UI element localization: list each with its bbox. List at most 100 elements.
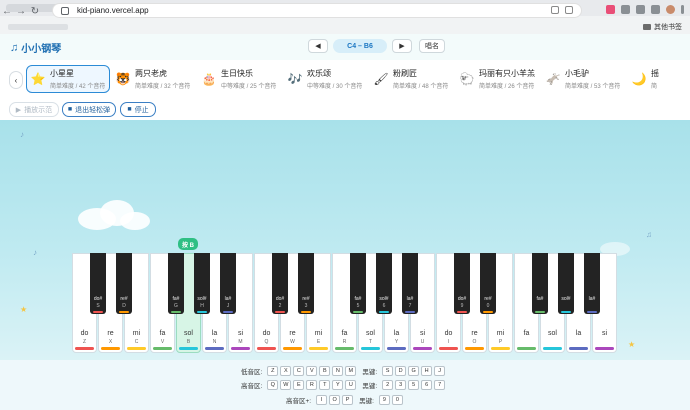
- rollcall-button[interactable]: 唱名: [419, 39, 445, 53]
- song-name: 两只老虎: [135, 69, 167, 78]
- keycap: O: [329, 395, 341, 405]
- install-app-icon[interactable]: [551, 6, 559, 14]
- extension-icon[interactable]: [606, 5, 615, 14]
- key-note-label: re#: [120, 296, 128, 302]
- song-text: 小毛驴 简单难度 / 53 个音符: [565, 68, 620, 90]
- key-color-bar: [569, 347, 588, 350]
- browser-menu-icon[interactable]: [681, 5, 684, 14]
- key-color-bar: [301, 311, 311, 313]
- music-notes-icon: 🎶: [287, 72, 303, 86]
- black-key[interactable]: do# S: [90, 253, 106, 314]
- music-note-decoration-icon: ♪: [33, 248, 37, 257]
- extension-icon[interactable]: [636, 5, 645, 14]
- exit-easy-mode-label: 退出轻松弹: [75, 106, 111, 114]
- keycap: Y: [332, 380, 344, 390]
- key-shortcut-label: X: [108, 339, 113, 345]
- key-shortcut-label: S: [96, 303, 100, 309]
- song-card[interactable]: 🫏 小毛驴 简单难度 / 53 个音符: [542, 65, 626, 93]
- stop-button[interactable]: ■ 停止: [120, 102, 156, 117]
- song-card[interactable]: ⭐ 小星星 简单难度 / 42 个音符: [26, 65, 110, 93]
- black-key[interactable]: re# D: [116, 253, 132, 314]
- key-map-legend: 低音区: ZXCVBNM 黑键: SDGHJ 高音区: QWERTYU 黑键: …: [0, 360, 690, 410]
- song-meta: 简单难度 / 32 个音符: [135, 84, 191, 90]
- black-key[interactable]: sol# 6: [376, 253, 392, 314]
- black-key[interactable]: re# 0: [480, 253, 496, 314]
- song-card[interactable]: 🖌 粉刷匠 简单难度 / 48 个音符: [370, 65, 454, 93]
- song-text: 摇简: [651, 68, 659, 90]
- exit-easy-mode-button[interactable]: ■ 退出轻松弹: [62, 102, 116, 117]
- black-key[interactable]: sol# H: [194, 253, 210, 314]
- extension-icon[interactable]: [621, 5, 630, 14]
- back-icon[interactable]: ←: [0, 6, 14, 17]
- key-shortcut-label: 7: [408, 303, 412, 309]
- octave-next-button[interactable]: ▶: [392, 39, 412, 53]
- profile-avatar[interactable]: [666, 5, 675, 14]
- key-shortcut-label: 6: [382, 303, 386, 309]
- song-card[interactable]: 🌙 摇简: [628, 65, 690, 93]
- bookmark-item[interactable]: [8, 24, 68, 30]
- legend-high-label: 高音区:: [241, 383, 263, 390]
- black-key[interactable]: do# 2: [272, 253, 288, 314]
- address-bar[interactable]: kid-piano.vercel.app: [52, 3, 582, 18]
- other-bookmarks[interactable]: 其他书签: [643, 22, 682, 32]
- octave-prev-button[interactable]: ◀: [308, 39, 328, 53]
- key-shortcut-label: 9: [460, 303, 464, 309]
- song-card[interactable]: 🐑 玛丽有只小羊羔 简单难度 / 26 个音符: [456, 65, 540, 93]
- keycap: 7: [434, 380, 446, 390]
- bookmark-star-icon[interactable]: [565, 6, 573, 14]
- black-key[interactable]: fa# G: [168, 253, 184, 314]
- black-key[interactable]: fa# 5: [350, 253, 366, 314]
- key-color-bar: [535, 311, 545, 313]
- keycap: C: [293, 366, 305, 376]
- key-color-bar: [127, 347, 146, 350]
- black-key[interactable]: la# J: [220, 253, 236, 314]
- reload-icon[interactable]: ↻: [28, 6, 42, 17]
- keycap: B: [319, 366, 331, 376]
- key-note-label: fa#: [354, 296, 362, 302]
- legend-higher-black-keys: 90: [378, 395, 403, 405]
- legend-higher-keys: IOP: [316, 395, 354, 405]
- song-text: 玛丽有只小羊羔 简单难度 / 26 个音符: [479, 68, 535, 90]
- black-key[interactable]: do# 9: [454, 253, 470, 314]
- play-demo-button[interactable]: ▶ 播放示范: [9, 102, 59, 117]
- black-key[interactable]: sol#: [558, 253, 574, 314]
- song-text: 小星星 简单难度 / 42 个音符: [50, 68, 105, 90]
- black-key[interactable]: la#: [584, 253, 600, 314]
- song-meta: 简单难度 / 42 个音符: [50, 84, 106, 90]
- legend-low-black-keys: SDGHJ: [382, 366, 446, 376]
- song-card[interactable]: 🐯 两只老虎 简单难度 / 32 个音符: [112, 65, 196, 93]
- key-shortcut-label: D: [122, 303, 126, 309]
- key-color-bar: [561, 311, 571, 313]
- song-name: 摇: [651, 69, 659, 78]
- key-color-bar: [171, 311, 181, 313]
- donkey-icon: 🫏: [545, 72, 561, 86]
- keycap: T: [319, 380, 331, 390]
- key-note-label: fa: [159, 330, 166, 337]
- keycap: P: [342, 395, 354, 405]
- forward-icon[interactable]: →: [14, 6, 28, 17]
- playback-controls: ▶ 播放示范 ■ 退出轻松弹 ■ 停止: [0, 100, 690, 120]
- keycap: W: [280, 380, 292, 390]
- key-note-label: si: [237, 330, 244, 337]
- key-shortcut-label: U: [420, 339, 425, 345]
- songs-scroll-left-button[interactable]: ‹: [9, 71, 23, 89]
- extension-icon[interactable]: [651, 5, 660, 14]
- song-list: ⭐ 小星星 简单难度 / 42 个音符 🐯 两只老虎 简单难度 / 32 个音符 🎂 生日快乐…: [26, 65, 690, 93]
- black-key[interactable]: fa#: [532, 253, 548, 314]
- key-note-label: re: [289, 330, 296, 337]
- key-color-bar: [439, 347, 458, 350]
- star-decoration-icon: ★: [20, 305, 28, 314]
- keycap: 3: [395, 380, 407, 390]
- key-note-label: la: [211, 330, 218, 337]
- black-key[interactable]: re# 3: [298, 253, 314, 314]
- song-card[interactable]: 🎂 生日快乐 中等难度 / 25 个音符: [198, 65, 282, 93]
- song-meta: 简单难度 / 26 个音符: [479, 84, 535, 90]
- key-note-label: do#: [457, 296, 467, 302]
- black-key[interactable]: la# 7: [402, 253, 418, 314]
- key-shortcut-label: G: [174, 303, 178, 309]
- play-icon: ▶: [15, 106, 22, 114]
- site-info-icon[interactable]: [61, 6, 69, 15]
- key-color-bar: [353, 311, 363, 313]
- key-shortcut-label: H: [200, 303, 204, 309]
- song-card[interactable]: 🎶 欢乐颂 中等难度 / 30 个音符: [284, 65, 368, 93]
